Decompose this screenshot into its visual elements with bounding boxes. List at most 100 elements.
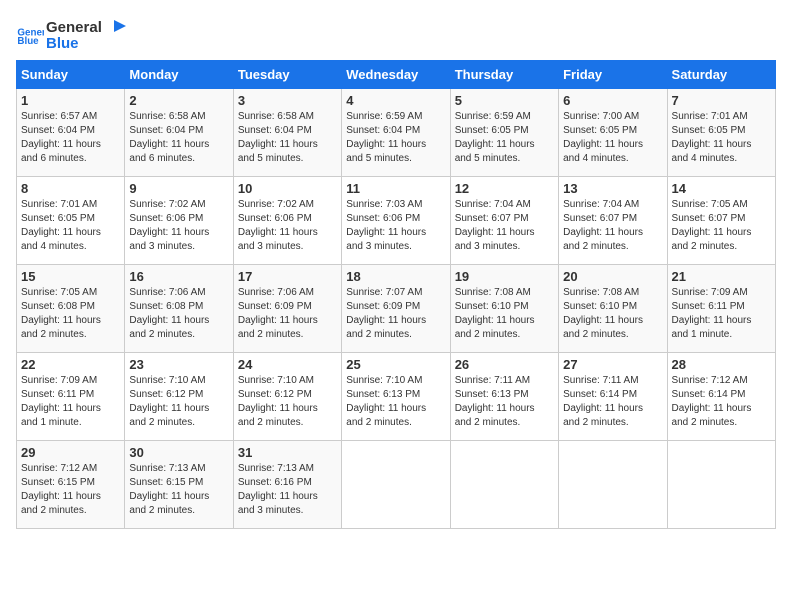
day-number: 4 bbox=[346, 93, 445, 108]
day-number: 31 bbox=[238, 445, 337, 460]
logo: General Blue General Blue bbox=[16, 16, 136, 52]
empty-cell bbox=[342, 441, 450, 529]
day-number: 26 bbox=[455, 357, 554, 372]
day-info: Sunrise: 7:01 AM Sunset: 6:05 PM Dayligh… bbox=[21, 198, 120, 254]
day-cell-26: 26 Sunrise: 7:11 AM Sunset: 6:13 PM Dayli… bbox=[450, 353, 558, 441]
calendar-table: SundayMondayTuesdayWednesdayThursdayFrid… bbox=[16, 60, 776, 529]
empty-cell bbox=[667, 441, 775, 529]
day-cell-20: 20Sunrise: 7:08 AM Sunset: 6:10 PM Dayli… bbox=[559, 265, 667, 353]
day-number: 24 bbox=[238, 357, 337, 372]
day-number: 23 bbox=[129, 357, 228, 372]
day-number: 13 bbox=[563, 181, 662, 196]
day-info: Sunrise: 7:10 AM Sunset: 6:12 PM Dayligh… bbox=[129, 374, 228, 430]
day-info: Sunrise: 6:57 AM Sunset: 6:04 PM Dayligh… bbox=[21, 110, 120, 166]
day-info: Sunrise: 7:11 AM Sunset: 6:14 PM Dayligh… bbox=[563, 374, 662, 430]
day-cell-28: 28 Sunrise: 7:12 AM Sunset: 6:14 PM Dayli… bbox=[667, 353, 775, 441]
day-number: 28 bbox=[672, 357, 771, 372]
day-info: Sunrise: 7:05 AM Sunset: 6:07 PM Dayligh… bbox=[672, 198, 771, 254]
day-cell-1: 1 Sunrise: 6:57 AM Sunset: 6:04 PM Daylig… bbox=[17, 89, 125, 177]
day-cell-19: 19Sunrise: 7:08 AM Sunset: 6:10 PM Dayli… bbox=[450, 265, 558, 353]
day-number: 7 bbox=[672, 93, 771, 108]
day-cell-12: 12 Sunrise: 7:04 AM Sunset: 6:07 PM Dayli… bbox=[450, 177, 558, 265]
day-cell-5: 5 Sunrise: 6:59 AM Sunset: 6:05 PM Daylig… bbox=[450, 89, 558, 177]
day-cell-2: 2Sunrise: 6:58 AM Sunset: 6:04 PM Daylig… bbox=[125, 89, 233, 177]
day-number: 1 bbox=[21, 93, 120, 108]
day-info: Sunrise: 7:04 AM Sunset: 6:07 PM Dayligh… bbox=[563, 198, 662, 254]
day-cell-16: 16 Sunrise: 7:06 AM Sunset: 6:08 PM Dayli… bbox=[125, 265, 233, 353]
day-cell-29: 29 Sunrise: 7:12 AM Sunset: 6:15 PM Dayli… bbox=[17, 441, 125, 529]
day-cell-25: 25 Sunrise: 7:10 AM Sunset: 6:13 PM Dayli… bbox=[342, 353, 450, 441]
day-info: Sunrise: 7:00 AM Sunset: 6:05 PM Dayligh… bbox=[563, 110, 662, 166]
header-sunday: Sunday bbox=[17, 61, 125, 89]
day-info: Sunrise: 6:59 AM Sunset: 6:04 PM Dayligh… bbox=[346, 110, 445, 166]
day-number: 25 bbox=[346, 357, 445, 372]
day-cell-23: 23 Sunrise: 7:10 AM Sunset: 6:12 PM Dayli… bbox=[125, 353, 233, 441]
day-number: 21 bbox=[672, 269, 771, 284]
day-cell-22: 22 Sunrise: 7:09 AM Sunset: 6:11 PM Dayli… bbox=[17, 353, 125, 441]
calendar-week-4: 22 Sunrise: 7:09 AM Sunset: 6:11 PM Dayli… bbox=[17, 353, 776, 441]
day-number: 11 bbox=[346, 181, 445, 196]
logo-icon: General Blue bbox=[16, 20, 44, 48]
day-cell-17: 17 Sunrise: 7:06 AM Sunset: 6:09 PM Dayli… bbox=[233, 265, 341, 353]
calendar-week-1: 1 Sunrise: 6:57 AM Sunset: 6:04 PM Daylig… bbox=[17, 89, 776, 177]
day-info: Sunrise: 7:04 AM Sunset: 6:07 PM Dayligh… bbox=[455, 198, 554, 254]
day-cell-21: 21 Sunrise: 7:09 AM Sunset: 6:11 PM Dayli… bbox=[667, 265, 775, 353]
empty-cell bbox=[450, 441, 558, 529]
day-info: Sunrise: 7:11 AM Sunset: 6:13 PM Dayligh… bbox=[455, 374, 554, 430]
day-info: Sunrise: 7:02 AM Sunset: 6:06 PM Dayligh… bbox=[129, 198, 228, 254]
day-info: Sunrise: 6:58 AM Sunset: 6:04 PM Dayligh… bbox=[238, 110, 337, 166]
day-cell-30: 30 Sunrise: 7:13 AM Sunset: 6:15 PM Dayli… bbox=[125, 441, 233, 529]
calendar-week-5: 29 Sunrise: 7:12 AM Sunset: 6:15 PM Dayli… bbox=[17, 441, 776, 529]
day-info: Sunrise: 6:59 AM Sunset: 6:05 PM Dayligh… bbox=[455, 110, 554, 166]
day-info: Sunrise: 7:12 AM Sunset: 6:15 PM Dayligh… bbox=[21, 462, 120, 518]
day-number: 17 bbox=[238, 269, 337, 284]
empty-cell bbox=[559, 441, 667, 529]
day-info: Sunrise: 7:07 AM Sunset: 6:09 PM Dayligh… bbox=[346, 286, 445, 342]
day-number: 29 bbox=[21, 445, 120, 460]
day-info: Sunrise: 7:02 AM Sunset: 6:06 PM Dayligh… bbox=[238, 198, 337, 254]
header-wednesday: Wednesday bbox=[342, 61, 450, 89]
calendar-week-3: 15Sunrise: 7:05 AM Sunset: 6:08 PM Dayli… bbox=[17, 265, 776, 353]
day-number: 22 bbox=[21, 357, 120, 372]
day-info: Sunrise: 7:06 AM Sunset: 6:09 PM Dayligh… bbox=[238, 286, 337, 342]
header-tuesday: Tuesday bbox=[233, 61, 341, 89]
day-cell-24: 24 Sunrise: 7:10 AM Sunset: 6:12 PM Dayli… bbox=[233, 353, 341, 441]
day-info: Sunrise: 7:01 AM Sunset: 6:05 PM Dayligh… bbox=[672, 110, 771, 166]
day-cell-27: 27 Sunrise: 7:11 AM Sunset: 6:14 PM Dayli… bbox=[559, 353, 667, 441]
svg-text:General: General bbox=[46, 19, 102, 36]
page-header: General Blue General Blue bbox=[16, 16, 776, 52]
day-number: 18 bbox=[346, 269, 445, 284]
day-number: 3 bbox=[238, 93, 337, 108]
svg-text:Blue: Blue bbox=[46, 35, 79, 52]
day-info: Sunrise: 7:05 AM Sunset: 6:08 PM Dayligh… bbox=[21, 286, 120, 342]
day-number: 12 bbox=[455, 181, 554, 196]
day-cell-7: 7 Sunrise: 7:01 AM Sunset: 6:05 PM Daylig… bbox=[667, 89, 775, 177]
day-number: 6 bbox=[563, 93, 662, 108]
day-number: 20 bbox=[563, 269, 662, 284]
day-number: 30 bbox=[129, 445, 228, 460]
day-info: Sunrise: 7:12 AM Sunset: 6:14 PM Dayligh… bbox=[672, 374, 771, 430]
day-info: Sunrise: 7:06 AM Sunset: 6:08 PM Dayligh… bbox=[129, 286, 228, 342]
day-cell-9: 9 Sunrise: 7:02 AM Sunset: 6:06 PM Daylig… bbox=[125, 177, 233, 265]
day-info: Sunrise: 7:13 AM Sunset: 6:15 PM Dayligh… bbox=[129, 462, 228, 518]
header-monday: Monday bbox=[125, 61, 233, 89]
day-cell-14: 14Sunrise: 7:05 AM Sunset: 6:07 PM Dayli… bbox=[667, 177, 775, 265]
day-cell-31: 31Sunrise: 7:13 AM Sunset: 6:16 PM Dayli… bbox=[233, 441, 341, 529]
day-info: Sunrise: 7:10 AM Sunset: 6:12 PM Dayligh… bbox=[238, 374, 337, 430]
day-info: Sunrise: 7:09 AM Sunset: 6:11 PM Dayligh… bbox=[672, 286, 771, 342]
calendar-header-row: SundayMondayTuesdayWednesdayThursdayFrid… bbox=[17, 61, 776, 89]
day-number: 8 bbox=[21, 181, 120, 196]
day-number: 5 bbox=[455, 93, 554, 108]
day-number: 2 bbox=[129, 93, 228, 108]
day-number: 19 bbox=[455, 269, 554, 284]
day-cell-4: 4 Sunrise: 6:59 AM Sunset: 6:04 PM Daylig… bbox=[342, 89, 450, 177]
day-info: Sunrise: 7:10 AM Sunset: 6:13 PM Dayligh… bbox=[346, 374, 445, 430]
day-number: 9 bbox=[129, 181, 228, 196]
svg-text:Blue: Blue bbox=[17, 36, 39, 47]
day-info: Sunrise: 7:09 AM Sunset: 6:11 PM Dayligh… bbox=[21, 374, 120, 430]
day-cell-13: 13 Sunrise: 7:04 AM Sunset: 6:07 PM Dayli… bbox=[559, 177, 667, 265]
day-cell-6: 6 Sunrise: 7:00 AM Sunset: 6:05 PM Daylig… bbox=[559, 89, 667, 177]
day-number: 16 bbox=[129, 269, 228, 284]
day-number: 27 bbox=[563, 357, 662, 372]
logo-svg: General Blue bbox=[46, 16, 136, 52]
